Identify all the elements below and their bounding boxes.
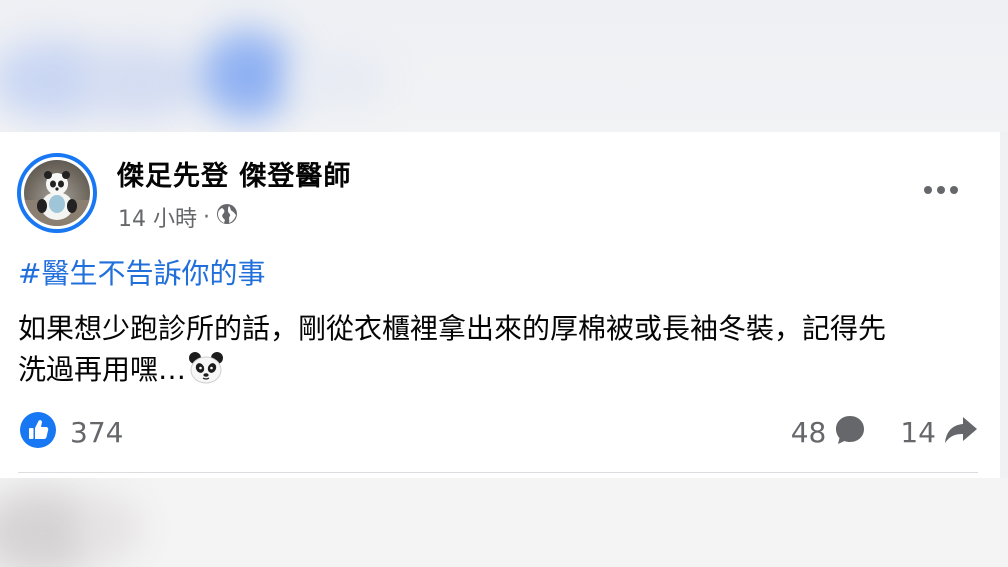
post-body: 如果想少跑診所的話，剛從衣櫃裡拿出來的厚棉被或長袖冬裝，記得先 洗過再用嘿…: [18, 308, 983, 396]
author-name[interactable]: 傑足先登 傑登醫師: [117, 154, 351, 193]
blur-shape: [290, 50, 390, 110]
divider: [18, 472, 978, 473]
post-body-line: 洗過再用嘿…: [18, 353, 187, 386]
like-count: 374: [70, 415, 124, 449]
post-card: 傑足先登 傑登醫師 14 小時 · #醫生不告訴你的事 如果想少跑診所的話，剛從…: [0, 132, 1000, 478]
more-options-icon: [924, 186, 958, 194]
post-meta: 14 小時 ·: [118, 202, 238, 232]
avatar[interactable]: [17, 153, 97, 233]
blur-shape: [80, 498, 140, 558]
globe-icon: [216, 203, 238, 231]
blurred-header-area: [0, 0, 1008, 132]
share-count: 14: [900, 415, 936, 449]
like-icon: [20, 412, 56, 452]
post-body-line: 如果想少跑診所的話，剛從衣櫃裡拿出來的厚棉被或長袖冬裝，記得先: [18, 312, 887, 345]
shares-stat[interactable]: 14: [900, 415, 978, 449]
engagement-stats: 48 14: [791, 414, 978, 450]
blur-shape: [80, 45, 200, 120]
reactions-summary[interactable]: 374: [20, 412, 124, 452]
avatar-image: [24, 160, 90, 226]
comment-count: 48: [790, 415, 827, 449]
more-options-button[interactable]: [916, 176, 966, 204]
comment-icon: [834, 414, 866, 450]
share-icon: [944, 415, 978, 449]
blur-shape: [200, 30, 295, 120]
post-time[interactable]: 14 小時: [118, 201, 197, 233]
panda-face-icon: [188, 351, 224, 396]
comments-stat[interactable]: 48: [791, 414, 867, 450]
post-body-line-2: 洗過再用嘿…: [18, 349, 983, 396]
hashtag-link[interactable]: #醫生不告訴你的事: [18, 252, 265, 292]
meta-separator: ·: [203, 204, 210, 230]
blurred-footer-area: [0, 478, 1008, 567]
